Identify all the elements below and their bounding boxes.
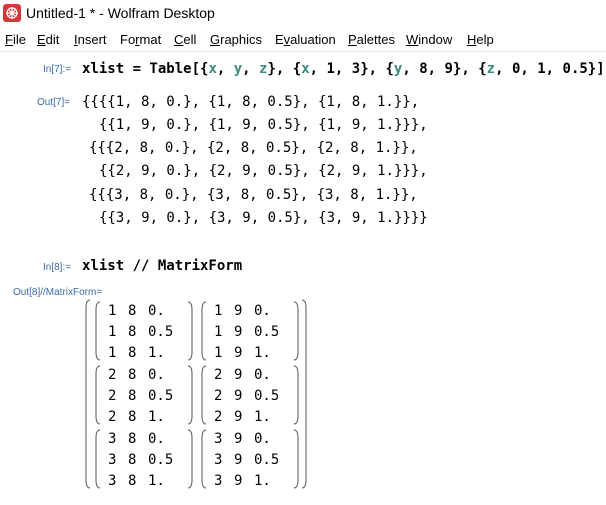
submatrix-paren-right bbox=[293, 429, 299, 489]
matrix-cell: 8 bbox=[128, 473, 137, 489]
matrix-cell: 0. bbox=[254, 367, 271, 383]
matrix-cell: 2 bbox=[214, 409, 223, 425]
matrix-cell: 8 bbox=[128, 303, 137, 319]
matrix-cell: 1 bbox=[214, 324, 223, 340]
matrix-cell: 9 bbox=[234, 409, 243, 425]
out7-line: {{1, 9, 0.}, {1, 9, 0.5}, {1, 9, 1.}}}, bbox=[99, 117, 428, 133]
matrix-cell: 2 bbox=[108, 388, 117, 404]
matrix-cell: 1 bbox=[214, 345, 223, 361]
submatrix-paren-left bbox=[201, 429, 207, 489]
matrix-cell: 0. bbox=[148, 303, 165, 319]
submatrix-paren-left bbox=[201, 301, 207, 361]
matrix-cell: 8 bbox=[128, 452, 137, 468]
in7-input[interactable]: xlist = Table[{x, y, z}, {x, 1, 3}, {y, … bbox=[82, 61, 605, 77]
submatrix-paren-right bbox=[187, 429, 193, 489]
matrix-cell: 0.5 bbox=[254, 388, 280, 404]
matrix-cell: 3 bbox=[214, 473, 223, 489]
matrix-cell: 9 bbox=[234, 303, 243, 319]
menu-evaluation[interactable]: Evaluation bbox=[275, 32, 336, 47]
menu-palettes[interactable]: Palettes bbox=[348, 32, 395, 47]
menu-graphics[interactable]: Graphics bbox=[210, 32, 262, 47]
matrix-cell: 9 bbox=[234, 388, 243, 404]
matrix-cell: 3 bbox=[108, 473, 117, 489]
out7-line: {{{2, 8, 0.}, {2, 8, 0.5}, {2, 8, 1.}}, bbox=[89, 140, 418, 156]
submatrix-paren-left bbox=[95, 301, 101, 361]
out7-line: {{{{1, 8, 0.}, {1, 8, 0.5}, {1, 8, 1.}}, bbox=[82, 94, 420, 110]
matrix-cell: 3 bbox=[108, 431, 117, 447]
outer-paren-left bbox=[85, 299, 91, 489]
matrix-cell: 2 bbox=[108, 409, 117, 425]
matrix-cell: 1 bbox=[108, 303, 117, 319]
matrix-cell: 0. bbox=[148, 431, 165, 447]
matrix-cell: 0.5 bbox=[148, 324, 174, 340]
wolfram-icon[interactable] bbox=[3, 4, 21, 22]
out7-line: {{3, 9, 0.}, {3, 9, 0.5}, {3, 9, 1.}}}} bbox=[99, 210, 428, 226]
matrix-cell: 1 bbox=[108, 324, 117, 340]
matrix-cell: 0. bbox=[148, 367, 165, 383]
outer-paren-right bbox=[301, 299, 307, 489]
submatrix-paren-right bbox=[293, 365, 299, 425]
title-bar: Untitled-1 * - Wolfram Desktop bbox=[0, 0, 606, 29]
matrix-cell: 3 bbox=[108, 452, 117, 468]
submatrix-paren-left bbox=[95, 365, 101, 425]
out7-line: {{2, 9, 0.}, {2, 9, 0.5}, {2, 9, 1.}}}, bbox=[99, 163, 428, 179]
out7-label: Out[7]= bbox=[37, 97, 71, 108]
menu-window[interactable]: Window bbox=[406, 32, 452, 47]
matrix-cell: 9 bbox=[234, 345, 243, 361]
matrix-cell: 0. bbox=[254, 431, 271, 447]
matrix-cell: 3 bbox=[214, 431, 223, 447]
submatrix-paren-right bbox=[187, 301, 193, 361]
menu-bar: File Edit Insert Format Cell Graphics Ev… bbox=[0, 29, 606, 52]
matrix-cell: 9 bbox=[234, 324, 243, 340]
in8-input[interactable]: xlist // MatrixForm bbox=[82, 258, 242, 274]
matrix-cell: 1 bbox=[108, 345, 117, 361]
matrix-cell: 1. bbox=[148, 473, 165, 489]
matrix-cell: 2 bbox=[108, 367, 117, 383]
matrix-cell: 9 bbox=[234, 367, 243, 383]
matrix-cell: 8 bbox=[128, 409, 137, 425]
matrix-cell: 9 bbox=[234, 431, 243, 447]
matrix-cell: 8 bbox=[128, 431, 137, 447]
matrix-cell: 9 bbox=[234, 473, 243, 489]
matrix-cell: 1 bbox=[214, 303, 223, 319]
submatrix-paren-right bbox=[187, 365, 193, 425]
in7-label: In[7]:= bbox=[43, 64, 72, 75]
matrix-form-output: 1 8 0. 1 8 0.5 1 8 1. 1 9 0. 1 9 0.5 1 9 1. 2 8 0. 2 8 0.5 2 8 1. 2… bbox=[84, 296, 308, 492]
matrix-cell: 8 bbox=[128, 324, 137, 340]
matrix-cell: 1. bbox=[148, 345, 165, 361]
menu-help[interactable]: Help bbox=[467, 32, 494, 47]
in8-label: In[8]:= bbox=[43, 262, 72, 273]
matrix-cell: 0.5 bbox=[254, 324, 280, 340]
submatrix-paren-left bbox=[95, 429, 101, 489]
matrix-cell: 8 bbox=[128, 367, 137, 383]
menu-file[interactable]: File bbox=[5, 32, 26, 47]
matrix-cell: 8 bbox=[128, 388, 137, 404]
submatrix-paren-left bbox=[201, 365, 207, 425]
matrix-cell: 1. bbox=[254, 409, 271, 425]
matrix-cell: 0.5 bbox=[254, 452, 280, 468]
menu-insert[interactable]: Insert bbox=[74, 32, 107, 47]
matrix-cell: 1. bbox=[148, 409, 165, 425]
window-title: Untitled-1 * - Wolfram Desktop bbox=[26, 5, 215, 21]
menu-cell[interactable]: Cell bbox=[174, 32, 196, 47]
matrix-cell: 2 bbox=[214, 367, 223, 383]
matrix-cell: 0.5 bbox=[148, 452, 174, 468]
matrix-cell: 2 bbox=[214, 388, 223, 404]
menu-format[interactable]: Format bbox=[120, 32, 161, 47]
menu-edit[interactable]: Edit bbox=[37, 32, 59, 47]
matrix-cell: 8 bbox=[128, 345, 137, 361]
matrix-cell: 0. bbox=[254, 303, 271, 319]
matrix-cell: 1. bbox=[254, 345, 271, 361]
matrix-cell: 1. bbox=[254, 473, 271, 489]
matrix-cell: 3 bbox=[214, 452, 223, 468]
matrix-cell: 0.5 bbox=[148, 388, 174, 404]
submatrix-paren-right bbox=[293, 301, 299, 361]
matrix-cell: 9 bbox=[234, 452, 243, 468]
out7-line: {{{3, 8, 0.}, {3, 8, 0.5}, {3, 8, 1.}}, bbox=[89, 187, 418, 203]
